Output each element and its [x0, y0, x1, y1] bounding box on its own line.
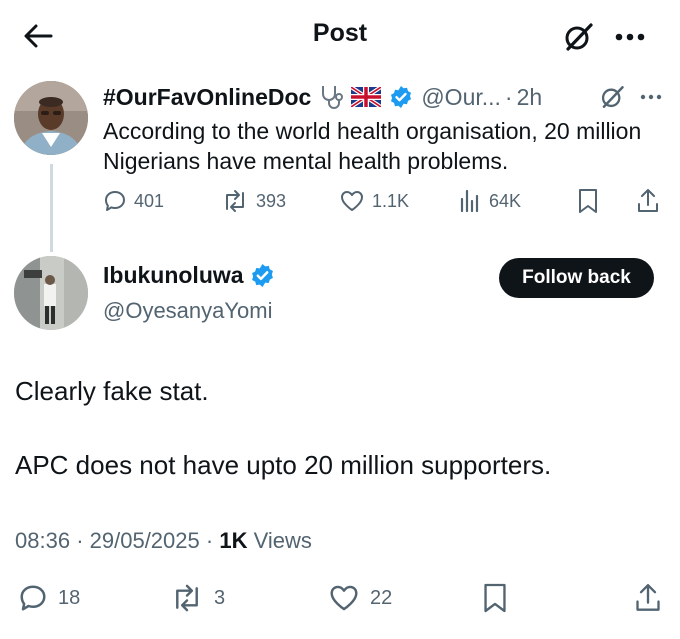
more-options-button[interactable] — [608, 19, 652, 55]
post-text-line: Clearly fake stat. — [15, 376, 209, 406]
post-text-line: APC does not have upto 20 million suppor… — [15, 450, 552, 480]
views-label: Views — [253, 528, 312, 553]
analytics-icon — [460, 189, 479, 213]
repost-button[interactable]: 3 — [170, 580, 225, 616]
like-button[interactable]: 22 — [328, 580, 392, 616]
bookmark-button[interactable] — [482, 580, 508, 616]
reply-icon — [20, 585, 46, 611]
verified-badge-icon — [389, 85, 413, 109]
stethoscope-icon — [317, 83, 345, 111]
post-date[interactable]: 29/05/2025 — [90, 528, 200, 553]
post-text: According to the world health organisati… — [103, 118, 642, 174]
author-name[interactable]: #OurFavOnlineDoc — [103, 84, 311, 111]
views-count: 64K — [489, 190, 522, 211]
repost-count: 393 — [256, 190, 287, 211]
bookmark-icon — [484, 583, 506, 613]
bookmark-icon — [579, 189, 597, 213]
post-time[interactable]: 2h — [517, 84, 543, 111]
uk-flag-icon — [351, 87, 382, 107]
separator-dot: · — [504, 83, 513, 110]
repost-icon — [176, 584, 198, 612]
share-button[interactable] — [634, 580, 662, 616]
author-handle[interactable]: @OyesanyaYomi — [103, 298, 273, 324]
avatar[interactable] — [14, 81, 88, 155]
thread-line — [50, 164, 53, 252]
verified-badge-icon — [250, 263, 275, 288]
separator-dot: · — [205, 528, 214, 553]
post-actions: 18 3 22 — [0, 580, 680, 616]
back-arrow-icon — [24, 24, 53, 48]
author-handle[interactable]: @Our... — [421, 84, 501, 111]
like-count: 22 — [370, 586, 393, 609]
author-name-row: Ibukunoluwa — [103, 262, 275, 289]
heart-icon — [330, 585, 358, 611]
share-icon — [636, 584, 660, 611]
reply-button[interactable]: 18 — [18, 580, 80, 616]
reply-button[interactable]: 401 — [103, 186, 164, 216]
grok-icon — [601, 86, 624, 108]
more-dots-icon — [640, 94, 662, 100]
reply-count: 401 — [134, 190, 165, 211]
author-name[interactable]: Ibukunoluwa — [103, 262, 244, 289]
share-icon — [638, 189, 658, 212]
post-time[interactable]: 08:36 — [15, 528, 70, 553]
back-button[interactable] — [18, 18, 58, 54]
post-metadata: 08:36 · 29/05/2025 · 1K Views — [15, 528, 312, 554]
parent-post[interactable]: #OurFavOnlineDoc @Our... · 2h According … — [0, 72, 680, 252]
views-button[interactable]: 64K — [458, 186, 521, 216]
parent-post-header: #OurFavOnlineDoc @Our... · 2h — [103, 80, 542, 114]
bookmark-button[interactable] — [577, 186, 599, 216]
top-bar: Post — [0, 0, 680, 72]
repost-button[interactable]: 393 — [221, 186, 286, 216]
repost-icon — [226, 190, 244, 212]
grok-button[interactable] — [560, 19, 596, 55]
avatar[interactable] — [14, 256, 88, 330]
grok-button[interactable] — [597, 82, 627, 112]
reply-count: 18 — [58, 586, 81, 609]
heart-icon — [341, 191, 363, 211]
grok-icon — [565, 23, 593, 51]
more-dots-icon — [615, 33, 645, 41]
views-count: 1K — [219, 528, 248, 553]
share-button[interactable] — [636, 186, 660, 216]
follow-back-button[interactable]: Follow back — [499, 258, 654, 298]
reply-post: Ibukunoluwa @OyesanyaYomi Follow back Cl… — [0, 242, 680, 639]
separator-dot: · — [76, 528, 84, 553]
like-button[interactable]: 1.1K — [339, 186, 409, 216]
repost-count: 3 — [214, 586, 226, 609]
like-count: 1.1K — [372, 190, 410, 211]
reply-icon — [105, 191, 125, 211]
post-more-button[interactable] — [636, 82, 666, 112]
post-actions: 401 393 1.1K 64K — [103, 186, 668, 216]
